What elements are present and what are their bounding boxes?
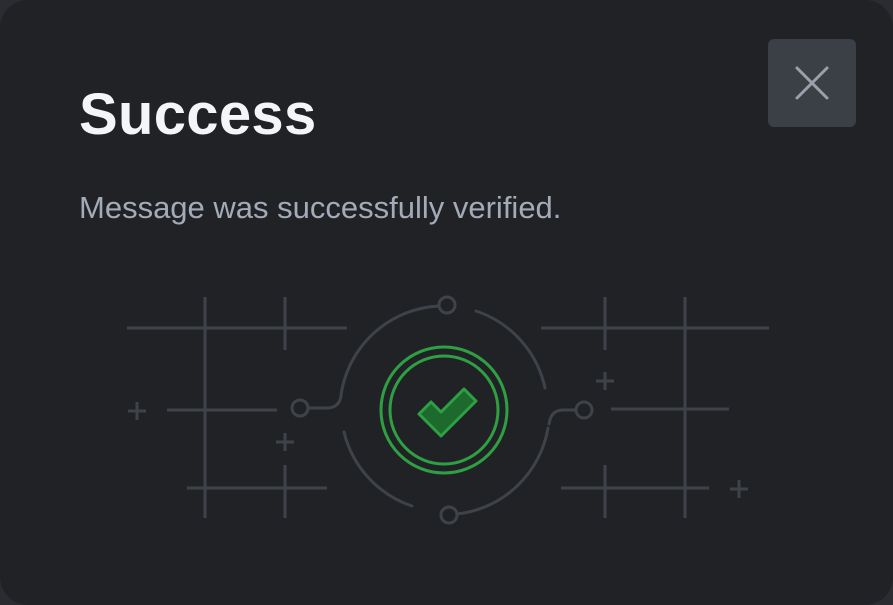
verification-illustration [127,295,769,525]
success-dialog: Success Message was successfully verifie… [0,0,893,605]
checkmark [417,387,478,438]
right-plus-icons [596,372,748,498]
check-circle-icon [379,345,509,475]
